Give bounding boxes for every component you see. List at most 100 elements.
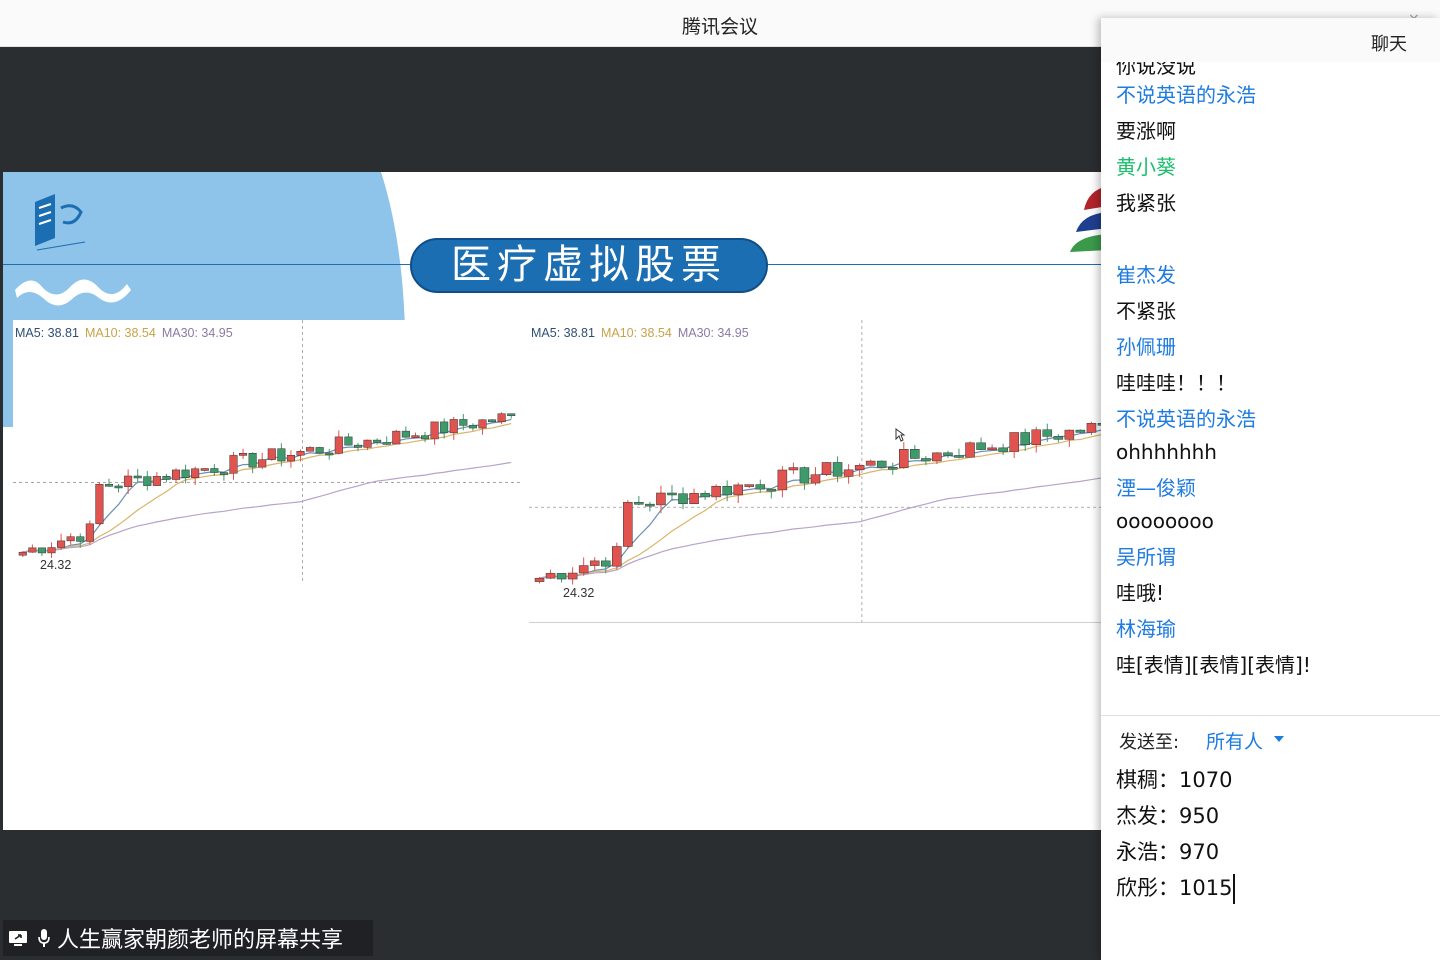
candle-body [567, 572, 578, 580]
screen-share-tag: 人生赢家朝颜老师的屏幕共享 [3, 920, 373, 956]
candle-body [306, 447, 315, 452]
candle-body [66, 536, 75, 542]
candle-body [162, 476, 171, 480]
candle-body [440, 421, 449, 434]
candle-body [200, 468, 209, 471]
candle-body [600, 560, 611, 567]
chat-title: 聊天 [1371, 34, 1407, 55]
candle-body [733, 484, 743, 496]
candle-body [1031, 429, 1042, 445]
input-line: 棋稠：1070 [1116, 768, 1233, 792]
candle-body [152, 476, 161, 486]
send-to-dropdown[interactable]: 所有人 [1206, 727, 1263, 754]
candle-body [545, 573, 556, 579]
candle-body [634, 502, 644, 505]
candle-body [788, 467, 799, 471]
candle-body [777, 469, 788, 491]
candle-body [854, 465, 865, 471]
stock-chart-right: MA5: 38.81 MA10: 38.54 MA30: 34.95 24.32 [529, 320, 1113, 623]
candle-body [57, 540, 66, 548]
low-price-label: 24.32 [563, 586, 595, 600]
candle-body [210, 468, 219, 473]
screen-share-label: 人生赢家朝颜老师的屏幕共享 [57, 928, 344, 953]
candle-body [843, 469, 854, 477]
candle-body [887, 466, 898, 470]
candle-body [325, 452, 334, 456]
candle-body [478, 419, 487, 429]
candle-body [488, 419, 497, 423]
low-price-label: 24.32 [40, 558, 72, 572]
candlestick-plot [13, 320, 521, 582]
slide-title: 医疗虚拟股票 [410, 238, 768, 293]
input-line: 杰发：950 [1116, 804, 1220, 828]
candle-body [766, 488, 777, 492]
candle-body [556, 573, 567, 580]
candle-body [373, 439, 382, 443]
candle-body [987, 447, 997, 451]
message-sender[interactable]: 不说英语的永浩 [1116, 403, 1256, 432]
stock-chart-left: MA5: 38.81 MA10: 38.54 MA30: 34.95 24.32 [13, 320, 521, 582]
message-sender[interactable]: 黄小葵 [1116, 151, 1176, 180]
message-text: 不紧张 [1116, 299, 1176, 323]
candle-body [899, 449, 909, 468]
message-sender[interactable]: 崔杰发 [1116, 259, 1176, 288]
message-text: 我紧张 [1116, 191, 1176, 215]
candle-body [589, 560, 600, 566]
candle-body [876, 460, 887, 468]
candle-body [1075, 429, 1086, 433]
candle-body [420, 435, 430, 440]
chat-header: 聊天 [1101, 18, 1440, 62]
candle-body [344, 436, 353, 446]
candle-body [248, 453, 257, 468]
candle-body [286, 455, 295, 462]
candle-body [219, 472, 228, 475]
candle-body [612, 546, 622, 567]
candlestick-plot [529, 320, 1113, 622]
candle-body [363, 439, 372, 448]
message-sender[interactable]: 不说英语的永浩 [1116, 79, 1256, 108]
dropdown-caret-icon[interactable] [1274, 736, 1284, 742]
candle-body [711, 485, 721, 498]
message-sender[interactable]: 湮—俊颖 [1116, 472, 1196, 501]
candle-body [954, 455, 964, 458]
candle-body [921, 458, 931, 462]
candle-body [689, 493, 699, 505]
chat-message-list[interactable]: 你说没说 不说英语的永浩 要涨啊 黄小葵 我紧张 崔杰发 不紧张 孙佩珊 哇哇哇… [1101, 62, 1440, 716]
candle-body [449, 419, 458, 434]
candle-body [459, 419, 468, 426]
candle-body [965, 442, 975, 458]
candle-body [976, 442, 986, 450]
message-sender[interactable]: 孙佩珊 [1116, 331, 1176, 360]
candle-body [1020, 432, 1030, 445]
input-line: 永浩：970 [1116, 840, 1220, 864]
candle-body [744, 484, 755, 487]
candle-body [468, 425, 477, 429]
candle-body [932, 452, 942, 462]
candle-body [1086, 423, 1097, 433]
candle-body [353, 444, 363, 448]
candle-body [277, 448, 286, 462]
chat-input-field[interactable]: 棋稠：1070 杰发：950 永浩：970 欣彤：1015 [1116, 762, 1426, 906]
message-text: ohhhhhhh [1116, 440, 1217, 464]
candle-body [1009, 432, 1019, 452]
candle-body [1042, 429, 1053, 437]
candle-body [104, 484, 114, 487]
message-sender[interactable]: 吴所谓 [1116, 541, 1176, 570]
candle-body [392, 430, 401, 445]
presentation-slide: 医疗虚拟股票 MA5: 38.81 MA10: 38.54 MA30: 34.95 … [3, 172, 1113, 830]
candle-body [507, 413, 516, 416]
candle-body [534, 577, 545, 582]
message-text: 哇[表情][表情][表情]! [1116, 653, 1311, 677]
candle-body [1064, 429, 1075, 440]
candle-body [832, 462, 843, 477]
message-text: oooooooo [1116, 509, 1214, 533]
candle-body [28, 547, 37, 553]
chat-panel: 聊天 你说没说 不说英语的永浩 要涨啊 黄小葵 我紧张 崔杰发 不紧张 孙佩珊 … [1101, 18, 1440, 960]
candle-body [76, 536, 85, 542]
candle-body [998, 447, 1008, 452]
candle-body [47, 547, 56, 554]
microphone-icon [33, 927, 55, 949]
candle-body [810, 474, 821, 484]
message-sender[interactable]: 林海瑜 [1116, 613, 1176, 642]
candle-body [229, 455, 238, 474]
